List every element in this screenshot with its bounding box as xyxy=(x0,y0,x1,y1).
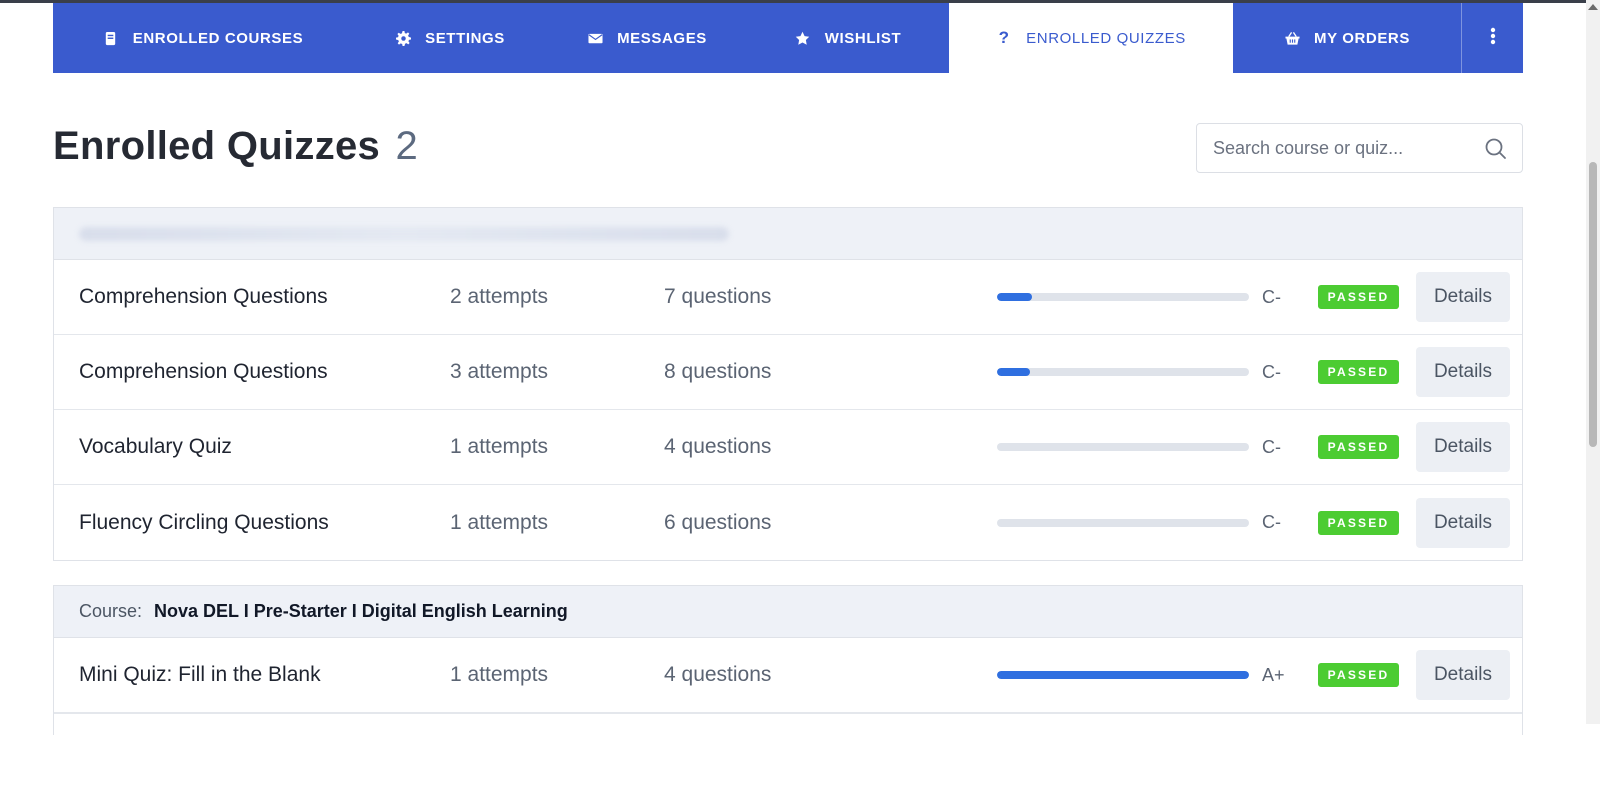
quiz-row: Fluency Circling Questions 1 attempts 6 … xyxy=(54,485,1522,560)
progress-bar xyxy=(997,518,1249,527)
tab-label: ENROLLED QUIZZES xyxy=(1026,29,1186,47)
quiz-questions: 6 questions xyxy=(664,510,772,534)
quiz-questions: 8 questions xyxy=(664,360,772,383)
progress-bar xyxy=(997,671,1249,679)
details-button[interactable]: Details xyxy=(1416,272,1510,322)
quiz-questions: 7 questions xyxy=(664,285,772,308)
quiz-questions: 4 questions xyxy=(664,663,772,686)
quiz-title: Fluency Circling Questions xyxy=(79,510,329,534)
scroll-up-arrow-icon[interactable] xyxy=(1588,4,1598,10)
more-menu-button[interactable] xyxy=(1461,3,1523,73)
status-badge: PASSED xyxy=(1318,435,1399,459)
basket-icon xyxy=(1284,30,1300,46)
course-header: Course: Nova DEL I Pre-Starter I Digital… xyxy=(54,586,1522,638)
progress-bar xyxy=(997,293,1249,301)
tab-messages[interactable]: MESSAGES xyxy=(547,3,747,73)
quiz-row: Comprehension Questions 2 attempts 7 que… xyxy=(54,260,1522,335)
tab-label: MESSAGES xyxy=(617,29,707,47)
quiz-grade: C- xyxy=(1262,286,1281,307)
quiz-title: Mini Quiz: Fill in the Blank xyxy=(79,663,321,686)
tab-settings[interactable]: SETTINGS xyxy=(353,3,547,73)
page-title-text: Enrolled Quizzes xyxy=(53,124,381,168)
course-block: Comprehension Questions 2 attempts 7 que… xyxy=(53,207,1523,561)
quiz-grade: C- xyxy=(1262,436,1281,457)
quiz-row: Comprehension Questions 3 attempts 8 que… xyxy=(54,335,1522,410)
quiz-count: 2 xyxy=(395,124,419,168)
blurred-course-name xyxy=(79,226,729,241)
quiz-attempts: 1 attempts xyxy=(450,510,549,534)
search-icon[interactable] xyxy=(1484,137,1508,161)
quiz-title: Comprehension Questions xyxy=(79,285,328,308)
quiz-title: Comprehension Questions xyxy=(79,360,328,383)
quiz-questions: 4 questions xyxy=(664,435,772,458)
account-tabs: ENROLLED COURSES SETTINGS MESSAGES WISHL… xyxy=(53,3,1523,73)
course-name[interactable]: Nova DEL I Pre-Starter I Digital English… xyxy=(154,601,568,622)
tab-label: SETTINGS xyxy=(425,29,505,47)
quiz-grade: C- xyxy=(1262,361,1281,382)
progress-bar xyxy=(997,443,1249,451)
quiz-title: Vocabulary Quiz xyxy=(79,435,232,458)
tab-my-orders[interactable]: MY ORDERS xyxy=(1233,3,1461,73)
kebab-menu-icon xyxy=(1490,27,1496,50)
quiz-attempts: 2 attempts xyxy=(450,285,549,308)
quiz-row: Vocabulary Quiz 1 attempts 4 questions C… xyxy=(54,410,1522,485)
quiz-attempts: 1 attempts xyxy=(450,435,549,458)
progress-fill xyxy=(997,671,1249,679)
quiz-attempts: 3 attempts xyxy=(450,360,549,383)
details-button[interactable]: Details xyxy=(1416,650,1510,700)
course-block: Course: Nova DEL I Pre-Starter I Digital… xyxy=(53,585,1523,735)
status-badge: PASSED xyxy=(1318,510,1399,535)
question-icon: ? xyxy=(998,28,1010,47)
progress-bar xyxy=(997,368,1249,376)
tab-label: WISHLIST xyxy=(824,29,902,47)
quiz-row: Mini Quiz: Fill in the Blank 1 attempts … xyxy=(54,638,1522,713)
tab-label: MY ORDERS xyxy=(1314,29,1410,47)
tab-enrolled-quizzes[interactable]: ? ENROLLED QUIZZES xyxy=(949,3,1233,73)
status-badge: PASSED xyxy=(1318,360,1399,384)
star-icon xyxy=(795,30,811,46)
tab-enrolled-courses[interactable]: ENROLLED COURSES xyxy=(53,3,353,73)
status-badge: PASSED xyxy=(1318,663,1399,687)
progress-fill xyxy=(997,368,1030,376)
page-title: Enrolled Quizzes 2 xyxy=(53,124,418,169)
quiz-row-partial xyxy=(54,713,1522,788)
search-box xyxy=(1196,123,1523,173)
book-icon xyxy=(103,30,119,46)
quiz-grade: C- xyxy=(1262,512,1281,532)
status-badge: PASSED xyxy=(1318,285,1399,309)
gear-icon xyxy=(395,30,411,46)
tab-wishlist[interactable]: WISHLIST xyxy=(747,3,949,73)
quiz-attempts: 1 attempts xyxy=(450,663,549,686)
quiz-grade: A+ xyxy=(1262,664,1285,685)
details-button[interactable]: Details xyxy=(1416,347,1510,397)
tab-label: ENROLLED COURSES xyxy=(132,29,304,47)
progress-fill xyxy=(997,293,1033,301)
details-button[interactable]: Details xyxy=(1416,422,1510,472)
course-label: Course: xyxy=(79,601,143,621)
details-button[interactable]: Details xyxy=(1416,497,1510,548)
search-input[interactable] xyxy=(1213,137,1473,159)
scrollbar-thumb[interactable] xyxy=(1589,162,1597,447)
course-header xyxy=(54,208,1522,260)
envelope-icon xyxy=(587,30,603,46)
